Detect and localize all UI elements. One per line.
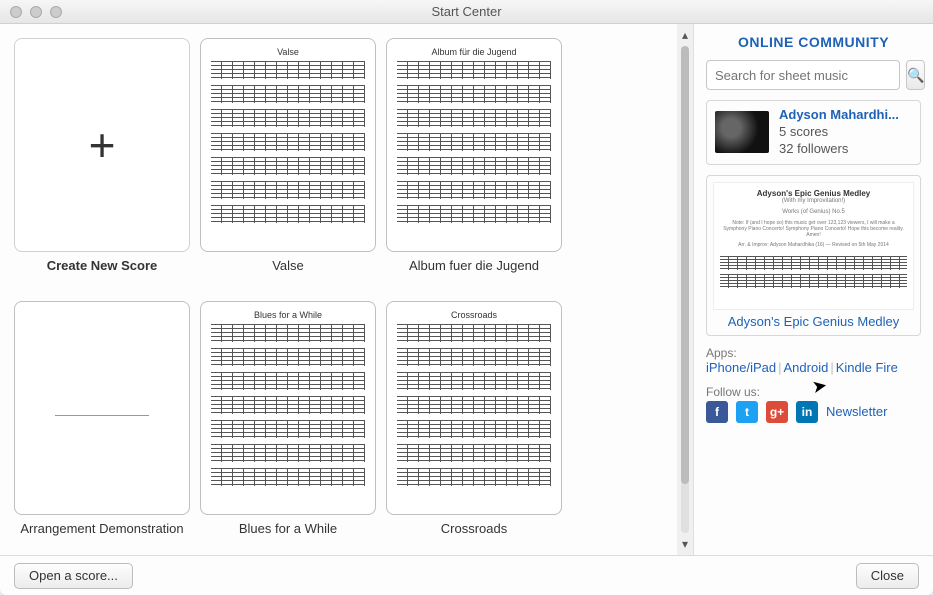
scrollbar[interactable]: ▴ ▾ <box>677 24 693 555</box>
featured-score-thumb: Adyson's Epic Genius Medley (With my Imp… <box>713 182 914 310</box>
scroll-down-icon[interactable]: ▾ <box>682 537 688 551</box>
sheet-title: Album für die Jugend <box>397 47 551 57</box>
grid-item-label: Crossroads <box>441 521 507 536</box>
score-thumb[interactable]: Album für die Jugend <box>386 38 562 252</box>
sidebar: ONLINE COMMUNITY 🔍 Adyson Mahardhi... 5 … <box>693 24 933 555</box>
grid-item-score[interactable]: Crossroads Crossroads <box>386 301 562 536</box>
grid-item-label: Valse <box>272 258 304 273</box>
search-button[interactable]: 🔍 <box>906 60 925 90</box>
featured-subtitle: (With my Improvitation!) <box>720 198 907 205</box>
scroll-thumb[interactable] <box>681 46 689 484</box>
avatar <box>715 111 769 153</box>
grid-item-label: Album fuer die Jugend <box>409 258 539 273</box>
score-grid-area: + Create New Score Valse Valse <box>0 24 677 555</box>
window-title: Start Center <box>0 4 933 19</box>
grid-item-score[interactable]: Valse Valse <box>200 38 376 273</box>
twitter-icon[interactable]: t <box>736 401 758 423</box>
grid-item-score[interactable]: Arrangement Demonstration <box>14 301 190 536</box>
grid-item-score[interactable]: Album für die Jugend Album fuer die Juge… <box>386 38 562 273</box>
search-icon: 🔍 <box>907 67 924 84</box>
sheet-title: Valse <box>211 47 365 57</box>
sheet-title: Blues for a While <box>211 310 365 320</box>
score-thumb[interactable]: Valse <box>200 38 376 252</box>
grid-item-label: Arrangement Demonstration <box>20 521 183 536</box>
grid-item-label: Create New Score <box>47 258 158 273</box>
titlebar: Start Center <box>0 0 933 24</box>
facebook-icon[interactable]: f <box>706 401 728 423</box>
footer: Open a score... Close <box>0 555 933 595</box>
search-input[interactable] <box>706 60 900 90</box>
featured-meta: Note: If (and I hope so) this music get … <box>720 220 907 238</box>
linkedin-icon[interactable]: in <box>796 401 818 423</box>
grid-item-score[interactable]: Blues for a While Blues for a While <box>200 301 376 536</box>
user-follower-count: 32 followers <box>779 141 899 158</box>
user-name: Adyson Mahardhi... <box>779 107 899 124</box>
newsletter-link[interactable]: Newsletter <box>826 404 887 419</box>
featured-title: Adyson's Epic Genius Medley <box>720 189 907 198</box>
user-score-count: 5 scores <box>779 124 899 141</box>
score-thumb[interactable]: Blues for a While <box>200 301 376 515</box>
featured-score-card[interactable]: Adyson's Epic Genius Medley (With my Imp… <box>706 175 921 336</box>
app-link-android[interactable]: Android <box>784 360 829 375</box>
googleplus-icon[interactable]: g+ <box>766 401 788 423</box>
open-score-button[interactable]: Open a score... <box>14 563 133 589</box>
new-score-thumb[interactable]: + <box>14 38 190 252</box>
plus-icon: + <box>89 118 116 172</box>
grid-item-label: Blues for a While <box>239 521 337 536</box>
user-card[interactable]: Adyson Mahardhi... 5 scores 32 followers <box>706 100 921 165</box>
score-grid: + Create New Score Valse Valse <box>14 38 673 536</box>
follow-label: Follow us: <box>706 385 921 399</box>
apps-label: Apps: <box>706 346 921 360</box>
app-link-kindle[interactable]: Kindle Fire <box>836 360 898 375</box>
grid-item-new-score[interactable]: + Create New Score <box>14 38 190 273</box>
community-heading: ONLINE COMMUNITY <box>706 34 921 50</box>
scroll-up-icon[interactable]: ▴ <box>682 28 688 42</box>
close-button[interactable]: Close <box>856 563 919 589</box>
featured-meta: Arr. & Improv: Adyson Mahardhika (16) — … <box>720 242 907 248</box>
featured-meta: Works (of Genius) No.5 <box>720 209 907 216</box>
featured-score-link[interactable]: Adyson's Epic Genius Medley <box>713 314 914 329</box>
start-center-window: Start Center + Create New Score Valse <box>0 0 933 595</box>
sheet-title: Crossroads <box>397 310 551 320</box>
score-thumb[interactable]: Crossroads <box>386 301 562 515</box>
app-link-iphone[interactable]: iPhone/iPad <box>706 360 776 375</box>
score-thumb[interactable] <box>14 301 190 515</box>
scroll-track[interactable] <box>681 46 689 533</box>
